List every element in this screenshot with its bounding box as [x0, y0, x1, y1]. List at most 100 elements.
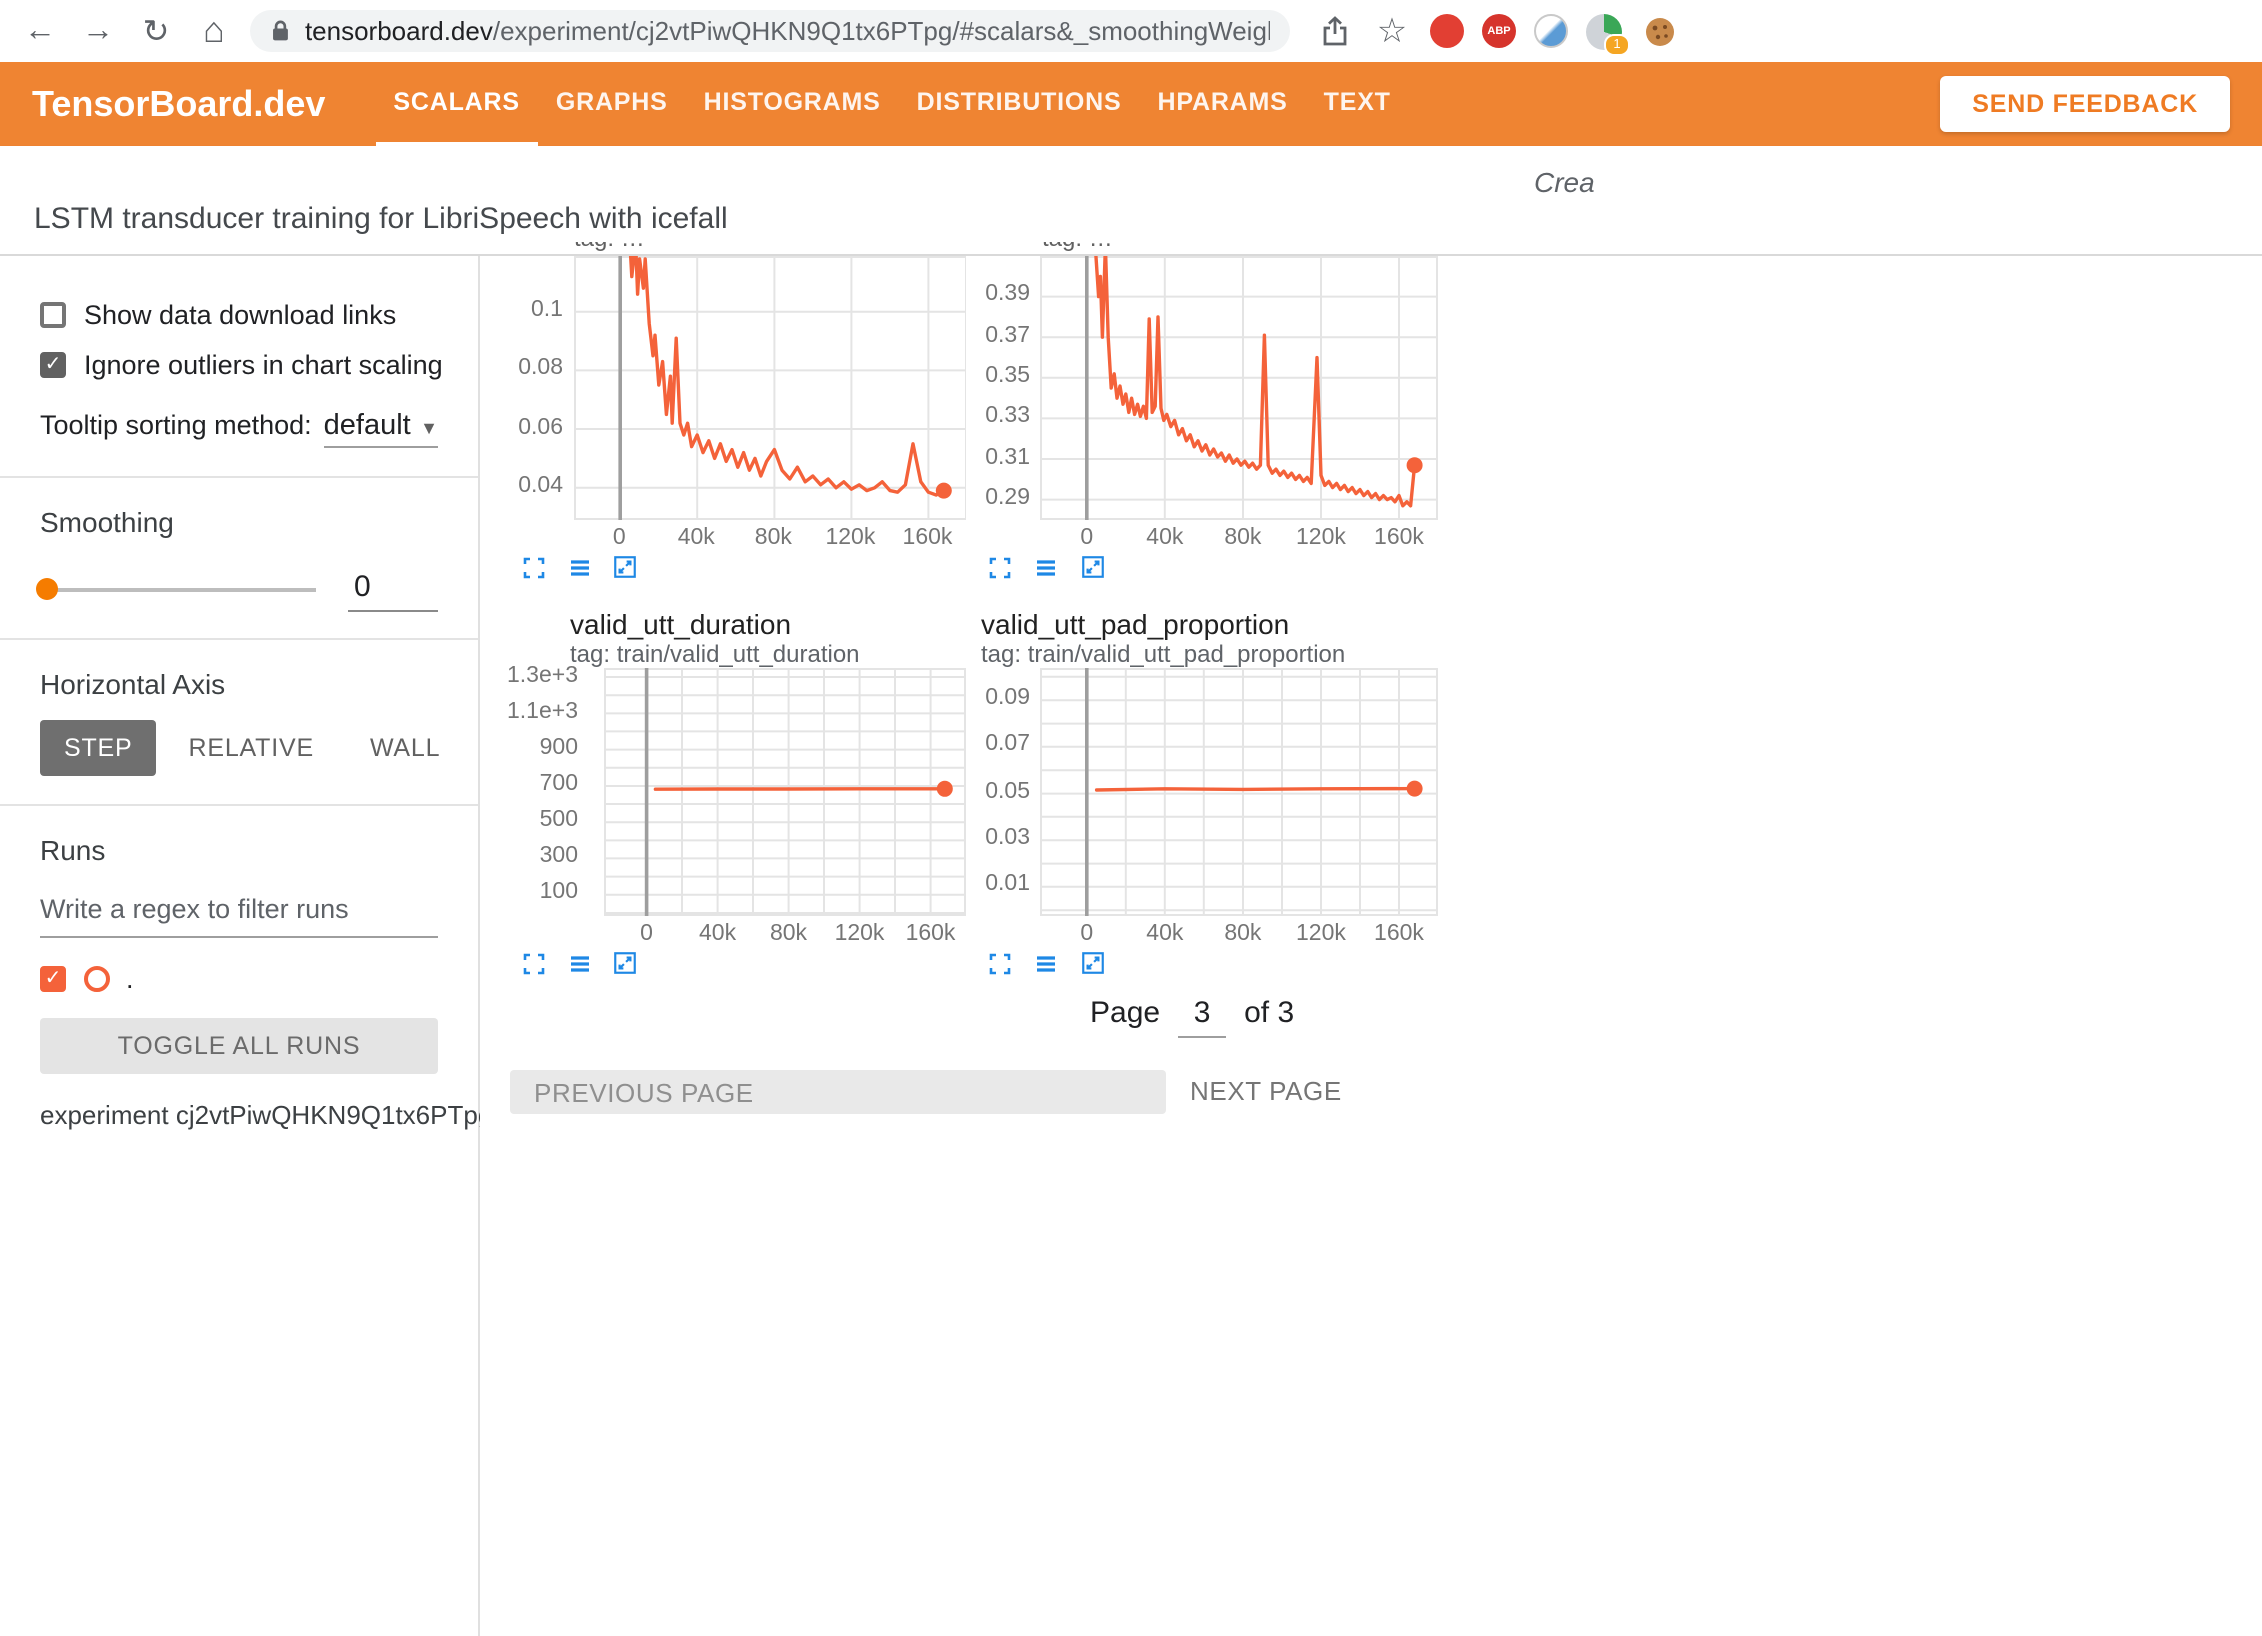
ignore-outliers-checkbox[interactable]: ✓ Ignore outliers in chart scaling: [40, 346, 438, 382]
y-axis-tick-label: 900: [488, 736, 578, 760]
profile-avatar[interactable]: 1: [1586, 13, 1622, 49]
chart-plot[interactable]: [1040, 668, 1438, 916]
x-axis-tick-label: 0: [1051, 526, 1123, 550]
page-of-label: of 3: [1244, 996, 1294, 1030]
smoothing-label: Smoothing: [40, 506, 438, 538]
brand-logo[interactable]: TensorBoard.dev: [32, 62, 325, 146]
smoothing-value-input[interactable]: 0: [348, 569, 438, 611]
tab-text[interactable]: TEXT: [1306, 62, 1409, 146]
pagination: Page 3 of 3: [1090, 996, 1294, 1038]
tooltip-sorting-label: Tooltip sorting method:: [40, 410, 312, 440]
chart-plot[interactable]: [604, 668, 966, 916]
browser-chrome: ← → ↻ ⌂ tensorboard.dev/experiment/cj2vt…: [0, 0, 2262, 62]
adblock-extension-icon[interactable]: [1430, 14, 1464, 48]
tab-scalars[interactable]: SCALARS: [375, 62, 537, 146]
y-axis-tick-label: 0.06: [480, 415, 563, 439]
menu-lines-icon[interactable]: [1033, 950, 1059, 976]
fit-domain-icon[interactable]: [612, 950, 638, 976]
x-axis-tick-label: 40k: [660, 526, 732, 550]
cookie-icon[interactable]: [1640, 11, 1680, 51]
tensorboard-header: TensorBoard.dev SCALARS GRAPHS HISTOGRAM…: [0, 62, 2262, 146]
next-page-button[interactable]: NEXT PAGE: [1190, 1070, 1342, 1114]
axis-wall-button[interactable]: WALL: [346, 720, 464, 776]
scalars-dashboard: tag: … 0.040.060.080.1040k80k120k160k ta…: [480, 256, 2262, 1636]
divider: [0, 476, 478, 478]
chart-plot[interactable]: [1040, 256, 1438, 520]
main-tabs: SCALARS GRAPHS HISTOGRAMS DISTRIBUTIONS …: [375, 62, 1408, 146]
forward-icon[interactable]: →: [78, 11, 118, 51]
url-bar[interactable]: tensorboard.dev/experiment/cj2vtPiwQHKN9…: [250, 10, 1290, 52]
tab-hparams[interactable]: HPARAMS: [1140, 62, 1306, 146]
x-axis-tick-label: 0: [611, 922, 683, 946]
experiment-name: experiment cj2vtPiwQHKN9Q1tx6PTpg: [40, 1100, 438, 1130]
page-number-input[interactable]: 3: [1178, 996, 1226, 1038]
bookmark-star-icon[interactable]: ☆: [1372, 11, 1412, 51]
scalar-chart-valid-utt-pad-proportion: valid_utt_pad_proportion tag: train/vali…: [947, 608, 1447, 1008]
y-axis-tick-label: 0.08: [480, 356, 563, 380]
runs-filter-input[interactable]: [40, 886, 438, 938]
toggle-all-runs-button[interactable]: TOGGLE ALL RUNS: [40, 1018, 438, 1074]
y-axis-tick-label: 0.33: [940, 404, 1030, 428]
expand-chart-icon[interactable]: [987, 554, 1013, 580]
y-axis-tick-label: 0.01: [940, 873, 1030, 897]
expand-chart-icon[interactable]: [520, 554, 546, 580]
url-text: tensorboard.dev/experiment/cj2vtPiwQHKN9…: [305, 16, 1270, 46]
run-checkbox[interactable]: ✓: [40, 965, 66, 991]
x-axis-tick-label: 80k: [753, 922, 825, 946]
extension-icon[interactable]: [1534, 14, 1568, 48]
x-axis-tick-label: 160k: [1363, 922, 1435, 946]
tab-graphs[interactable]: GRAPHS: [538, 62, 686, 146]
runs-label: Runs: [40, 834, 438, 866]
tooltip-sorting-row: Tooltip sorting method: default ▼: [40, 410, 438, 448]
fit-domain-icon[interactable]: [612, 554, 638, 580]
x-axis-tick-label: 120k: [824, 922, 896, 946]
run-color-swatch[interactable]: [84, 965, 110, 991]
y-axis-tick-label: 0.37: [940, 323, 1030, 347]
scalar-chart-valid-utt-duration: valid_utt_duration tag: train/valid_utt_…: [480, 608, 980, 1008]
chart-tag: tag: train/valid_utt_duration: [570, 640, 860, 668]
expand-chart-icon[interactable]: [520, 950, 546, 976]
page-label: Page: [1090, 996, 1160, 1030]
checkbox-label: Ignore outliers in chart scaling: [84, 349, 443, 379]
axis-step-button[interactable]: STEP: [40, 720, 157, 776]
browser-nav-icons: ← → ↻ ⌂: [0, 11, 234, 51]
y-axis-tick-label: 0.35: [940, 364, 1030, 388]
horizontal-axis-label: Horizontal Axis: [40, 668, 438, 700]
tooltip-sorting-dropdown[interactable]: default ▼: [324, 410, 438, 448]
scalar-chart-1: tag: … 0.040.060.080.1040k80k120k160k: [480, 256, 980, 596]
smoothing-row: 0: [40, 570, 438, 610]
divider: [0, 804, 478, 806]
x-axis-tick-label: 80k: [737, 526, 809, 550]
share-icon[interactable]: [1314, 11, 1354, 51]
smoothing-slider[interactable]: [40, 588, 316, 592]
axis-relative-button[interactable]: RELATIVE: [165, 720, 338, 776]
fit-domain-icon[interactable]: [1079, 950, 1105, 976]
x-axis-tick-label: 40k: [682, 922, 754, 946]
checkbox-icon: [40, 301, 66, 327]
fit-domain-icon[interactable]: [1079, 554, 1105, 580]
back-icon[interactable]: ←: [20, 11, 60, 51]
menu-lines-icon[interactable]: [566, 950, 592, 976]
y-axis-tick-label: 0.04: [480, 474, 563, 498]
y-axis-tick-label: 0.31: [940, 445, 1030, 469]
x-axis-tick-label: 0: [1051, 922, 1123, 946]
send-feedback-button[interactable]: SEND FEEDBACK: [1940, 76, 2230, 132]
tab-histograms[interactable]: HISTOGRAMS: [686, 62, 899, 146]
subheader: Crea LSTM transducer training for LibriS…: [0, 146, 2262, 256]
chart-plot[interactable]: [573, 256, 966, 520]
previous-page-button[interactable]: PREVIOUS PAGE: [510, 1070, 1166, 1114]
home-icon[interactable]: ⌂: [194, 11, 234, 51]
slider-thumb[interactable]: [36, 578, 58, 600]
reload-icon[interactable]: ↻: [136, 11, 176, 51]
tab-distributions[interactable]: DISTRIBUTIONS: [899, 62, 1140, 146]
menu-lines-icon[interactable]: [1033, 554, 1059, 580]
y-axis-tick-label: 1.3e+3: [488, 663, 578, 687]
show-download-links-checkbox[interactable]: Show data download links: [40, 296, 438, 332]
y-axis-tick-label: 100: [488, 881, 578, 905]
checkbox-checked-icon: ✓: [40, 351, 66, 377]
dropdown-value: default: [324, 410, 411, 442]
run-row: ✓ .: [40, 962, 438, 994]
expand-chart-icon[interactable]: [987, 950, 1013, 976]
menu-lines-icon[interactable]: [566, 554, 592, 580]
abp-extension-icon[interactable]: ABP: [1482, 14, 1516, 48]
